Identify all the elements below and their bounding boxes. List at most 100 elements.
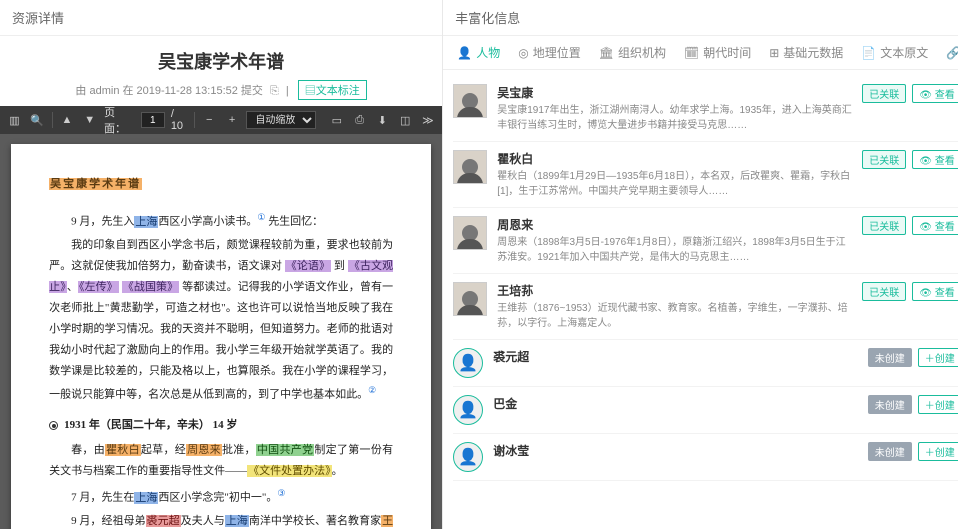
pdf-page: 吴宝康学术年谱 9 月，先生入上海西区小学高小读书。① 先生回忆： 我的印象自到… bbox=[11, 144, 431, 529]
tab-相关资源[interactable]: 🔗相关资源 bbox=[946, 44, 958, 61]
print-icon[interactable]: ⎙ bbox=[351, 111, 368, 129]
bullet-icon bbox=[49, 421, 58, 430]
create-button[interactable]: ＋创建 bbox=[918, 348, 958, 367]
entity-person-hl: 吴宝康学术年谱 bbox=[49, 178, 142, 190]
tab-组织机构[interactable]: 🏛组织机构 bbox=[599, 44, 666, 61]
entity-desc: 王维荪（1876~1953）近现代藏书家、教育家。名植善，字维生，一字濮荪、培荪… bbox=[497, 301, 852, 331]
avatar-photo bbox=[453, 150, 487, 184]
para: 9 月，经祖母弟裘元超及夫人与上海南洋中学校长、著名教育家王培荪先生联系，先生免… bbox=[49, 511, 393, 529]
entity-name: 王培荪 bbox=[497, 282, 852, 299]
view-button[interactable]: 👁 查看 bbox=[912, 282, 958, 301]
entity-row: 王培荪王维荪（1876~1953）近现代藏书家、教育家。名植善，字维生，一字濮荪… bbox=[453, 274, 958, 340]
tab-label: 地理位置 bbox=[533, 44, 581, 61]
view-button[interactable]: 👁 查看 bbox=[912, 150, 958, 169]
create-button[interactable]: ＋创建 bbox=[918, 395, 958, 414]
tab-地理位置[interactable]: ◎ 地理位置 bbox=[518, 44, 581, 61]
tab-基础元数据[interactable]: ⊞ 基础元数据 bbox=[769, 44, 843, 61]
tab-label: 朝代时间 bbox=[703, 44, 751, 61]
zoom-in-icon[interactable]: + bbox=[224, 111, 241, 129]
entity-name: 吴宝康 bbox=[497, 84, 852, 101]
zoom-select[interactable]: 自动缩放 bbox=[246, 111, 316, 129]
entity-info: 王培荪王维荪（1876~1953）近现代藏书家、教育家。名植善，字维生，一字濮荪… bbox=[497, 282, 852, 331]
entity-info: 谢冰莹 bbox=[493, 442, 858, 461]
entity-info: 裘元超 bbox=[493, 348, 858, 367]
footnote-ref[interactable]: ③ bbox=[277, 488, 285, 498]
sidebar-toggle-icon[interactable]: ▥ bbox=[6, 111, 23, 129]
entity-info: 瞿秋白瞿秋白（1899年1月29日—1935年6月18日），本名双，后改瞿爽、瞿… bbox=[497, 150, 852, 199]
entity-tabs: 👤 人物 ◎ 地理位置 🏛组织机构 🗓 朝代时间 ⊞ 基础元数据 📄 文本原文 🔗相关资源 bbox=[443, 36, 958, 70]
bookmark-toolbar-icon[interactable]: ◫ bbox=[397, 111, 414, 129]
view-button[interactable]: 👁 查看 bbox=[912, 84, 958, 103]
page-label: 页面： bbox=[104, 104, 135, 136]
entity-actions: 未创建＋创建🗑 移除 bbox=[868, 442, 958, 461]
entity-name: 巴金 bbox=[493, 395, 858, 412]
view-button[interactable]: 👁 查看 bbox=[912, 216, 958, 235]
para: 我的印象自到西区小学念书后，颇觉课程较前为重，要求也较前为严。这就促使我加倍努力… bbox=[49, 235, 393, 405]
entity-name: 周恩来 bbox=[497, 216, 852, 233]
tab-label: 人物 bbox=[476, 44, 500, 61]
tab-label: 组织机构 bbox=[618, 44, 666, 61]
presentation-icon[interactable]: ▭ bbox=[328, 111, 345, 129]
tab-icon: 👤 bbox=[457, 46, 472, 60]
doc-meta-text: 由 admin 在 2019-11-28 13:15:52 提交 bbox=[75, 85, 263, 97]
avatar-photo bbox=[453, 84, 487, 118]
avatar-placeholder: 👤 bbox=[453, 395, 483, 425]
pdf-viewport[interactable]: 吴宝康学术年谱 9 月，先生入上海西区小学高小读书。① 先生回忆： 我的印象自到… bbox=[0, 134, 442, 529]
prev-page-icon[interactable]: ▲ bbox=[59, 111, 76, 129]
entity-desc: 吴宝康1917年出生，浙江湖州南浔人。幼年求学上海。1935年，进入上海英商汇丰… bbox=[497, 103, 852, 133]
section-heading: 1931 年（民国二十年，辛未） 14 岁 bbox=[49, 415, 393, 436]
tab-icon: 🔗 bbox=[946, 46, 958, 60]
create-button[interactable]: ＋创建 bbox=[918, 442, 958, 461]
entity-actions: 已关联👁 查看🗑 移除 bbox=[862, 282, 958, 301]
entity-desc: 周恩来（1898年3月5日-1976年1月8日），原籍浙江绍兴，1898年3月5… bbox=[497, 235, 852, 265]
badge-linked: 已关联 bbox=[862, 216, 906, 235]
footnote-ref[interactable]: ② bbox=[368, 385, 376, 395]
entity-row: 瞿秋白瞿秋白（1899年1月29日—1935年6月18日），本名双，后改瞿爽、瞿… bbox=[453, 142, 958, 208]
entity-actions: 未创建＋创建🗑 移除 bbox=[868, 395, 958, 414]
entity-name: 谢冰莹 bbox=[493, 442, 858, 459]
entity-row: 周恩来周恩来（1898年3月5日-1976年1月8日），原籍浙江绍兴，1898年… bbox=[453, 208, 958, 274]
download-icon[interactable]: ⬇ bbox=[374, 111, 391, 129]
badge-unlinked: 未创建 bbox=[868, 395, 912, 414]
entity-actions: 已关联👁 查看🗑 移除 bbox=[862, 150, 958, 169]
search-icon[interactable]: 🔍 bbox=[29, 111, 46, 129]
entity-work-hl: 《文件处置办法》 bbox=[247, 465, 332, 477]
page-input[interactable] bbox=[141, 112, 165, 128]
tab-文本原文[interactable]: 📄 文本原文 bbox=[861, 44, 928, 61]
tab-icon: ◎ bbox=[518, 46, 528, 60]
entity-person-hl: 周恩来 bbox=[186, 444, 222, 456]
avatar-placeholder: 👤 bbox=[453, 348, 483, 378]
next-page-icon[interactable]: ▼ bbox=[81, 111, 98, 129]
entity-info: 吴宝康吴宝康1917年出生，浙江湖州南浔人。幼年求学上海。1935年，进入上海英… bbox=[497, 84, 852, 133]
entity-info: 周恩来周恩来（1898年3月5日-1976年1月8日），原籍浙江绍兴，1898年… bbox=[497, 216, 852, 265]
left-panel-title: 资源详情 bbox=[0, 0, 442, 36]
avatar-photo bbox=[453, 282, 487, 316]
entity-place-hl: 上海 bbox=[134, 216, 158, 228]
copy-icon[interactable]: ⎘ bbox=[270, 85, 279, 98]
tab-icon: 📄 bbox=[861, 46, 876, 60]
doc-meta: 由 admin 在 2019-11-28 13:15:52 提交 ⎘ | ▤文本… bbox=[0, 80, 442, 106]
entity-place-hl: 上海 bbox=[225, 515, 249, 527]
tab-label: 基础元数据 bbox=[783, 44, 843, 61]
tab-人物[interactable]: 👤 人物 bbox=[457, 44, 500, 61]
tab-朝代时间[interactable]: 🗓 朝代时间 bbox=[684, 44, 751, 61]
entity-name: 瞿秋白 bbox=[497, 150, 852, 167]
tab-icon: ⊞ bbox=[769, 46, 779, 60]
doc-title: 吴宝康学术年谱 bbox=[0, 36, 442, 80]
badge-unlinked: 未创建 bbox=[868, 348, 912, 367]
entity-actions: 已关联👁 查看🗑 移除 bbox=[862, 216, 958, 235]
badge-linked: 已关联 bbox=[862, 282, 906, 301]
tab-icon: 🗓 bbox=[684, 46, 699, 60]
entity-desc: 瞿秋白（1899年1月29日—1935年6月18日），本名双，后改瞿爽、瞿霜，字… bbox=[497, 169, 852, 199]
avatar-photo bbox=[453, 216, 487, 250]
para: 7 月，先生在上海西区小学念完"初中一"。③ bbox=[49, 485, 393, 509]
entity-row: 👤裘元超未创建＋创建🗑 移除 bbox=[453, 340, 958, 387]
avatar-placeholder: 👤 bbox=[453, 442, 483, 472]
entity-work-hl: 《论语》 bbox=[285, 260, 331, 272]
entity-person-hl: 瞿秋白 bbox=[105, 444, 141, 456]
zoom-out-icon[interactable]: − bbox=[201, 111, 218, 129]
annotate-button[interactable]: ▤文本标注 bbox=[298, 80, 367, 100]
tools-icon[interactable]: ≫ bbox=[420, 111, 437, 129]
entity-name: 裘元超 bbox=[493, 348, 858, 365]
tab-label: 文本原文 bbox=[880, 44, 928, 61]
